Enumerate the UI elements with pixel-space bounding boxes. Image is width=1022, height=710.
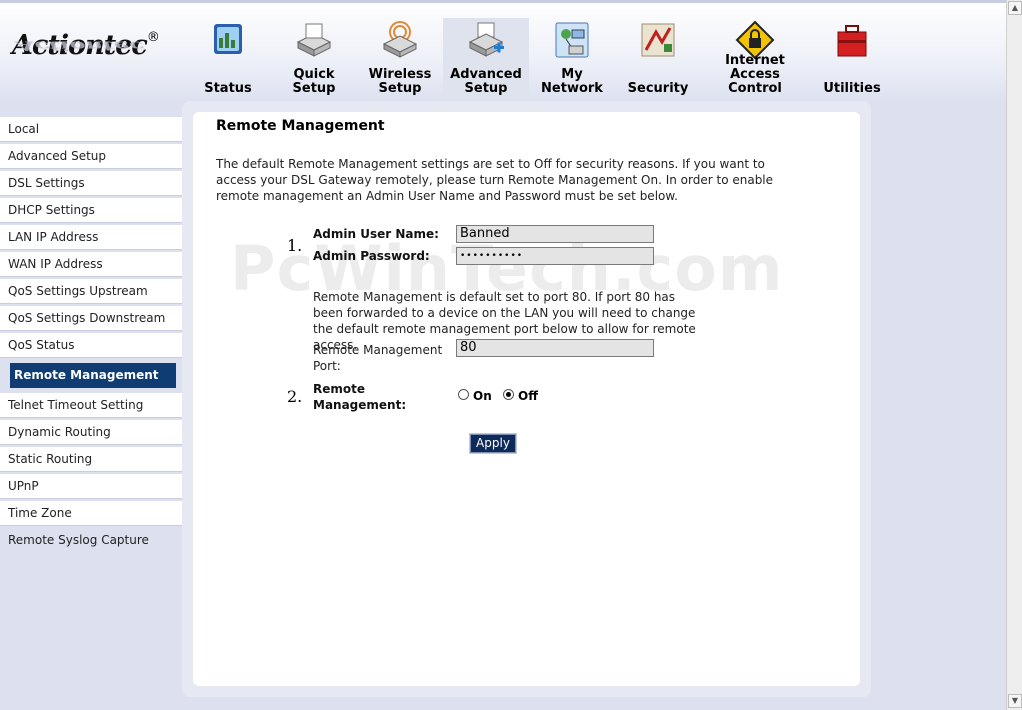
nav-wireless-setup[interactable]: Wireless Setup <box>360 18 440 98</box>
radio-on-label: On <box>473 389 492 403</box>
nav-advanced-setup[interactable]: Advanced Setup <box>443 18 529 98</box>
sidebar-item-time-zone[interactable]: Time Zone <box>0 501 182 526</box>
sidebar-item-dynamic-routing[interactable]: Dynamic Routing <box>0 420 182 445</box>
sidebar-item-qos-status[interactable]: QoS Status <box>0 333 182 358</box>
nav-label-quick-setup: Quick Setup <box>292 67 336 96</box>
admin-password-input[interactable]: •••••••••• <box>456 247 654 265</box>
sidebar-item-local[interactable]: Local <box>0 117 182 142</box>
sidebar-item-lan-ip-address[interactable]: LAN IP Address <box>0 225 182 250</box>
nav-internet-access-control[interactable]: Internet Access Control <box>702 18 808 98</box>
actiontec-logo: Actiontec® Actiontec <box>12 30 160 86</box>
top-border <box>0 0 1006 3</box>
radio-on-circle[interactable] <box>458 389 469 400</box>
logo-registered-mark: ® <box>146 30 160 45</box>
admin-password-label: Admin Password: <box>313 249 430 263</box>
sidebar-item-wan-ip-address[interactable]: WAN IP Address <box>0 252 182 277</box>
page-title: Remote Management <box>216 118 385 134</box>
security-icon <box>641 23 675 57</box>
nav-label-internet-access-control: Internet Access Control <box>725 53 785 96</box>
vertical-scrollbar[interactable]: ▲ ▼ <box>1006 0 1022 710</box>
nav-label-status: Status <box>204 81 252 96</box>
sidebar-item-dhcp-settings[interactable]: DHCP Settings <box>0 198 182 223</box>
nav-label-wireless-setup: Wireless Setup <box>368 67 432 96</box>
nav-quick-setup[interactable]: Quick Setup <box>274 18 354 98</box>
sidebar-item-label-active: Remote Management <box>10 363 176 388</box>
port-input[interactable]: 80 <box>456 339 654 357</box>
sidebar-item-remote-syslog[interactable]: Remote Syslog Capture <box>0 528 182 553</box>
nav-status[interactable]: Status <box>188 18 268 98</box>
nav-label-my-network: My Network <box>541 67 603 96</box>
sidebar-item-qos-downstream[interactable]: QoS Settings Downstream <box>0 306 182 331</box>
apply-button[interactable]: Apply <box>469 433 517 454</box>
my-network-icon <box>555 22 589 58</box>
nav-label-security: Security <box>627 81 689 96</box>
quick-setup-icon <box>296 23 332 57</box>
sidebar-item-static-routing[interactable]: Static Routing <box>0 447 182 472</box>
admin-user-label: Admin User Name: <box>313 227 439 241</box>
port-label: Remote Management Port: <box>313 343 443 373</box>
sidebar-item-advanced-setup[interactable]: Advanced Setup <box>0 144 182 169</box>
logo-reflection: Actiontec <box>16 38 144 54</box>
sidebar-item-qos-upstream[interactable]: QoS Settings Upstream <box>0 279 182 304</box>
remote-management-label: Remote Management: <box>313 382 407 412</box>
nav-label-utilities: Utilities <box>823 81 881 96</box>
radio-off-label: Off <box>518 389 538 403</box>
nav-my-network[interactable]: My Network <box>530 18 614 98</box>
scroll-down-icon[interactable]: ▼ <box>1008 694 1022 708</box>
advanced-setup-icon <box>468 22 504 57</box>
nav-utilities[interactable]: Utilities <box>812 18 892 98</box>
radio-on[interactable]: On <box>458 389 492 403</box>
radio-off-circle[interactable] <box>503 389 514 400</box>
nav-label-advanced-setup: Advanced Setup <box>450 67 522 96</box>
step-number-2: 2. <box>287 387 303 406</box>
sidebar: Local Advanced Setup DSL Settings DHCP S… <box>0 117 182 555</box>
sidebar-item-upnp[interactable]: UPnP <box>0 474 182 499</box>
sidebar-item-dsl-settings[interactable]: DSL Settings <box>0 171 182 196</box>
scroll-up-icon[interactable]: ▲ <box>1008 1 1022 15</box>
toolbox-icon <box>837 25 867 57</box>
intro-text: The default Remote Management settings a… <box>216 157 774 203</box>
admin-user-input[interactable]: Banned <box>456 225 654 243</box>
status-icon <box>214 24 242 54</box>
sidebar-item-telnet-timeout[interactable]: Telnet Timeout Setting <box>0 393 182 418</box>
radio-off[interactable]: Off <box>503 389 538 403</box>
step-number-1: 1. <box>287 236 303 255</box>
nav-security[interactable]: Security <box>618 18 698 98</box>
sidebar-item-remote-management[interactable]: Remote Management <box>0 360 182 391</box>
wireless-setup-icon <box>382 21 418 58</box>
